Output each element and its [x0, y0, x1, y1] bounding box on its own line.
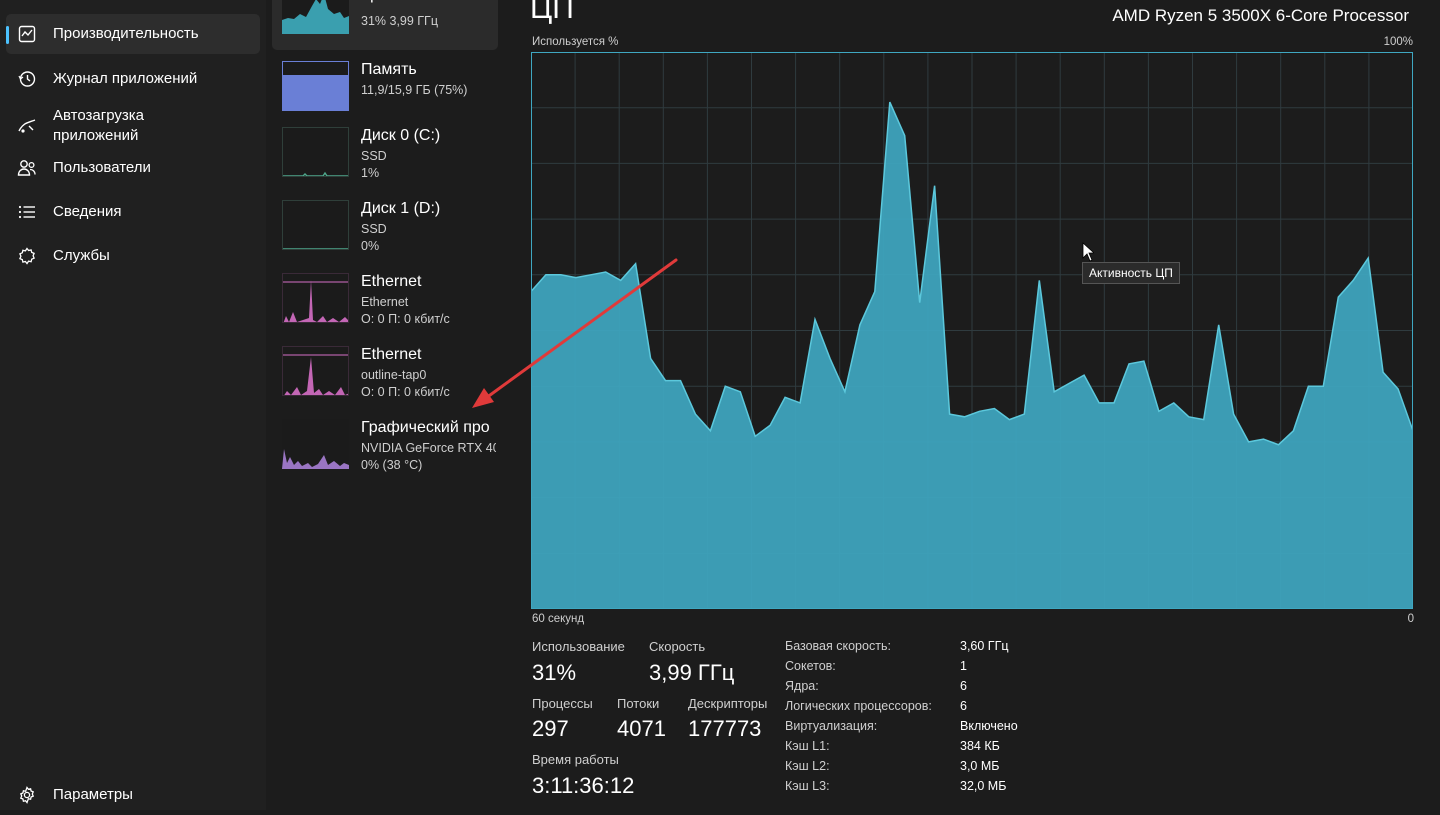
- device-type: SSD: [361, 149, 387, 163]
- device-usage: 0% (38 °C): [361, 458, 423, 472]
- device-type: SSD: [361, 222, 387, 236]
- device-item-gpu[interactable]: Графический про NVIDIA GeForce RTX 406 0…: [272, 415, 498, 485]
- speed-label: Скорость: [649, 639, 706, 654]
- handles-value: 177773: [688, 716, 762, 741]
- nav-item-startup[interactable]: Автозагрузка приложений: [6, 100, 260, 152]
- nav-item-label: Автозагрузка приложений: [53, 107, 144, 144]
- processes-label: Процессы: [532, 696, 593, 711]
- device-detail: 31% 3,99 ГГц: [361, 14, 438, 28]
- device-item-ethernet-tap[interactable]: Ethernet outline-tap0 О: 0 П: 0 кбит/с: [272, 342, 498, 412]
- spec-key: Логических процессоров:: [785, 699, 932, 713]
- nav-item-label: Журнал приложений: [53, 70, 198, 87]
- page-title: ЦП: [530, 0, 574, 25]
- device-item-memory[interactable]: Память 11,9/15,9 ГБ (75%): [272, 57, 498, 127]
- spec-value: 6: [960, 699, 967, 713]
- cpu-thumbnail: [282, 0, 349, 34]
- gear-icon: [17, 785, 37, 805]
- spec-key: Сокетов:: [785, 659, 836, 673]
- handles-label: Дескрипторы: [688, 696, 768, 711]
- device-model: NVIDIA GeForce RTX 406: [361, 441, 496, 455]
- performance-main: ЦП AMD Ryzen 5 3500X 6-Core Processor Ис…: [506, 0, 1440, 810]
- device-name: Ethernet: [361, 273, 422, 290]
- startup-icon: [17, 116, 37, 136]
- device-usage: 1%: [361, 166, 380, 180]
- spec-key: Кэш L1:: [785, 739, 830, 753]
- threads-label: Потоки: [617, 696, 660, 711]
- cpu-usage-chart[interactable]: [531, 52, 1413, 609]
- spec-value: 3,60 ГГц: [960, 639, 1009, 653]
- nav-item-details[interactable]: Сведения: [6, 192, 260, 232]
- nav-item-settings[interactable]: Параметры: [6, 775, 260, 815]
- x-axis-right-label: 0: [1407, 613, 1414, 625]
- device-item-disk0[interactable]: Диск 0 (C:) SSD 1%: [272, 123, 498, 193]
- device-item-ethernet[interactable]: Ethernet Ethernet О: 0 П: 0 кбит/с: [272, 269, 498, 339]
- x-axis-left-label: 60 секунд: [532, 613, 585, 625]
- threads-value: 4071: [617, 716, 666, 741]
- processor-name: AMD Ryzen 5 3500X 6-Core Processor: [1112, 6, 1409, 25]
- gpu-thumbnail: [282, 419, 349, 469]
- spec-value: Включено: [960, 719, 1018, 733]
- processes-value: 297: [532, 716, 569, 741]
- ethernet-thumbnail: [282, 273, 349, 323]
- disk1-thumbnail: [282, 200, 349, 250]
- nav-item-app-history[interactable]: Журнал приложений: [6, 59, 260, 99]
- spec-value: 3,0 МБ: [960, 759, 1000, 773]
- device-name: Память: [361, 61, 417, 78]
- spec-key: Виртуализация:: [785, 719, 878, 733]
- y-axis-max: 100%: [1383, 36, 1413, 48]
- device-item-cpu[interactable]: ЦП 31% 3,99 ГГц: [272, 0, 498, 50]
- spec-key: Ядра:: [785, 679, 819, 693]
- device-adapter: Ethernet: [361, 295, 409, 309]
- memory-thumbnail: [282, 61, 349, 111]
- chart-tooltip: Активность ЦП: [1082, 262, 1180, 284]
- device-name: ЦП: [361, 0, 384, 4]
- device-name: Ethernet: [361, 346, 422, 363]
- device-item-disk1[interactable]: Диск 1 (D:) SSD 0%: [272, 196, 498, 266]
- uptime-value: 3:11:36:12: [532, 773, 635, 798]
- spec-key: Базовая скорость:: [785, 639, 891, 653]
- spec-key: Кэш L3:: [785, 779, 830, 793]
- spec-key: Кэш L2:: [785, 759, 830, 773]
- y-axis-label: Используется %: [532, 36, 619, 48]
- spec-value: 1: [960, 659, 967, 673]
- usage-value: 31%: [532, 660, 577, 685]
- nav-item-performance[interactable]: Производительность: [6, 14, 260, 54]
- services-icon: [17, 246, 37, 266]
- nav-item-users[interactable]: Пользователи: [6, 148, 260, 188]
- performance-icon: [17, 24, 37, 44]
- device-throughput: О: 0 П: 0 кбит/с: [361, 312, 450, 326]
- active-indicator: [6, 26, 9, 44]
- uptime-label: Время работы: [532, 752, 619, 767]
- nav-item-label: Производительность: [53, 25, 199, 42]
- device-list: ЦП 31% 3,99 ГГц Память 11,9/15,9 ГБ (75%…: [266, 0, 506, 810]
- mouse-cursor-icon: [1082, 242, 1094, 262]
- nav-item-label: Сведения: [53, 203, 122, 220]
- speed-value: 3,99 ГГц: [649, 660, 735, 685]
- settings-label: Параметры: [53, 786, 133, 803]
- spec-value: 384 КБ: [960, 739, 1000, 753]
- usage-label: Использование: [532, 639, 625, 654]
- nav-item-services[interactable]: Службы: [6, 236, 260, 276]
- users-icon: [17, 158, 37, 178]
- nav-item-label: Пользователи: [53, 159, 151, 176]
- device-name: Диск 0 (C:): [361, 127, 441, 144]
- disk0-thumbnail: [282, 127, 349, 177]
- spec-value: 32,0 МБ: [960, 779, 1007, 793]
- device-throughput: О: 0 П: 0 кбит/с: [361, 385, 450, 399]
- spec-value: 6: [960, 679, 967, 693]
- device-usage: 0%: [361, 239, 380, 253]
- device-adapter: outline-tap0: [361, 368, 427, 382]
- history-icon: [17, 69, 37, 89]
- device-detail: 11,9/15,9 ГБ (75%): [361, 83, 468, 97]
- device-name: Диск 1 (D:): [361, 200, 441, 217]
- nav-pane: Производительность Журнал приложений Авт…: [0, 0, 266, 810]
- ethernet-tap-thumbnail: [282, 346, 349, 396]
- nav-item-label: Службы: [53, 247, 110, 264]
- device-name: Графический про: [361, 419, 490, 436]
- list-icon: [17, 202, 37, 222]
